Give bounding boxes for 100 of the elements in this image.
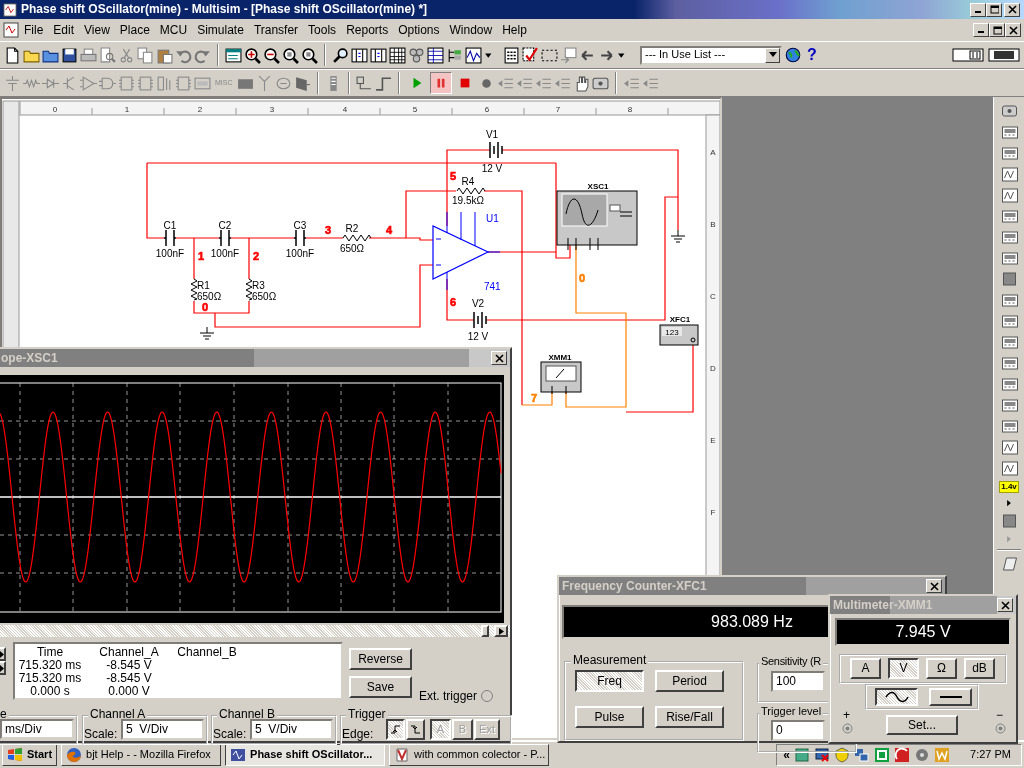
tray-expander[interactable]: « xyxy=(783,747,791,763)
instrument-icon[interactable] xyxy=(1000,439,1018,455)
zoom-out-icon[interactable] xyxy=(263,46,280,64)
menu-item[interactable]: Options xyxy=(393,22,445,38)
menu-item[interactable]: Tools xyxy=(303,22,342,38)
check-icon[interactable] xyxy=(522,46,539,64)
scale-field[interactable]: 5 V/Div xyxy=(250,719,333,740)
measurement-button[interactable]: Period xyxy=(655,670,724,692)
mode-button[interactable]: V xyxy=(888,658,919,679)
panel-icon[interactable] xyxy=(351,46,368,64)
menu-item[interactable]: Place xyxy=(114,22,155,38)
instrument-icon[interactable] xyxy=(1000,229,1018,245)
shield-icon[interactable] xyxy=(834,747,851,763)
bus-icon[interactable] xyxy=(355,74,373,92)
instrument-icon[interactable] xyxy=(1000,250,1018,266)
instrument-icon[interactable] xyxy=(1000,166,1018,182)
taskbar-button[interactable]: bjt Help - - Mozilla Firefox xyxy=(61,744,222,766)
save-icon[interactable] xyxy=(61,46,78,64)
zoom-in-icon[interactable] xyxy=(244,46,261,64)
probe-button[interactable]: 1.4v xyxy=(999,481,1019,493)
instrument-icon[interactable] xyxy=(1000,313,1018,329)
instrument-icon[interactable] xyxy=(1000,418,1018,434)
document-restore-button[interactable] xyxy=(989,23,1005,37)
meter-icon[interactable] xyxy=(1000,555,1018,572)
timebase-scale-field[interactable]: ms/Div xyxy=(0,719,74,739)
instrument-icon[interactable] xyxy=(1000,397,1018,413)
document-minimize-button[interactable] xyxy=(973,23,989,37)
instrument-icon[interactable] xyxy=(1000,292,1018,308)
instrument-icon[interactable] xyxy=(1000,355,1018,371)
tree-icon[interactable] xyxy=(446,46,463,64)
document-close-button[interactable] xyxy=(1005,23,1021,37)
close-button[interactable] xyxy=(926,579,942,593)
menu-item[interactable]: Help xyxy=(497,22,532,38)
scrollbar-thumb[interactable] xyxy=(481,625,489,637)
measurement-button[interactable]: Pulse xyxy=(575,706,644,728)
ext-trigger-radio[interactable] xyxy=(481,690,493,702)
cursor-button[interactable] xyxy=(0,661,6,675)
menu-item[interactable]: File xyxy=(19,22,49,38)
trigger-level-field[interactable]: 0 xyxy=(771,720,825,741)
print-preview-icon[interactable] xyxy=(99,46,116,64)
scroll-right-button[interactable] xyxy=(494,625,508,637)
menu-item[interactable]: Window xyxy=(444,22,498,38)
window-icon[interactable] xyxy=(225,46,242,64)
menu-item[interactable]: Edit xyxy=(48,22,80,38)
new-file-icon[interactable] xyxy=(4,46,21,64)
square-icon[interactable] xyxy=(1000,512,1018,529)
app-icon[interactable] xyxy=(874,747,891,763)
terminal-icon[interactable] xyxy=(995,723,1006,734)
menu-item[interactable]: Transfer xyxy=(248,22,304,38)
scale-field[interactable]: 5 V/Div xyxy=(121,719,204,740)
table-icon[interactable] xyxy=(427,46,444,64)
instrument-icon[interactable] xyxy=(1000,460,1018,476)
dc-button[interactable] xyxy=(929,688,972,706)
menu-item[interactable]: Simulate xyxy=(192,22,249,38)
app-icon[interactable] xyxy=(894,747,911,763)
horizontal-scrollbar[interactable] xyxy=(0,625,510,637)
taskbar-button[interactable]: Phase shift OScillator... xyxy=(225,744,386,766)
help-button[interactable]: ? xyxy=(804,47,820,63)
taskbar-button[interactable]: with common colector - P... xyxy=(389,744,550,766)
measurement-button[interactable]: Rise/Fall xyxy=(655,706,724,728)
falling-edge-button[interactable] xyxy=(406,719,425,740)
cluster-icon[interactable] xyxy=(408,46,425,64)
close-button[interactable] xyxy=(997,598,1013,612)
instrument-icon[interactable] xyxy=(1000,187,1018,203)
instrument-icon[interactable] xyxy=(1000,376,1018,392)
disc-icon[interactable] xyxy=(914,747,931,763)
in-use-list-dropdown[interactable]: --- In Use List --- xyxy=(640,45,782,65)
instrument-icon[interactable] xyxy=(1000,124,1018,140)
step-icon[interactable] xyxy=(374,74,392,92)
ac-button[interactable] xyxy=(875,688,918,706)
menu-item[interactable]: Reports xyxy=(341,22,394,38)
toolbar-toggle-icon[interactable] xyxy=(952,47,984,63)
globe-icon[interactable] xyxy=(784,46,802,64)
toolbar-toggle-icon[interactable] xyxy=(988,47,1020,63)
instrument-icon[interactable] xyxy=(1000,334,1018,350)
calculator-icon[interactable] xyxy=(503,46,520,64)
menu-item[interactable]: View xyxy=(79,22,115,38)
pause-button[interactable] xyxy=(429,72,452,94)
zoom-icon[interactable] xyxy=(282,46,299,64)
connector-icon[interactable] xyxy=(293,74,311,92)
zoom-icon[interactable] xyxy=(301,46,318,64)
mode-button[interactable]: A xyxy=(850,658,881,679)
panel-icon[interactable] xyxy=(370,46,387,64)
maximize-button[interactable] xyxy=(986,2,1002,17)
reverse-button[interactable]: Reverse xyxy=(349,648,412,670)
measurement-button[interactable]: Freq xyxy=(575,670,644,692)
mode-button[interactable]: dB xyxy=(964,658,995,679)
close-button[interactable] xyxy=(1004,2,1020,17)
start-button[interactable]: Start xyxy=(2,744,58,766)
mode-button[interactable]: Ω xyxy=(926,658,957,679)
menu-item[interactable]: MCU xyxy=(154,22,193,38)
search-icon[interactable] xyxy=(332,46,349,64)
terminal-icon[interactable] xyxy=(842,723,853,734)
instrument-icon[interactable] xyxy=(1000,208,1018,224)
minimize-button[interactable] xyxy=(970,2,986,17)
instrument-icon[interactable] xyxy=(1000,145,1018,161)
sensitivity-field[interactable]: 100 xyxy=(771,671,825,692)
save-button[interactable]: Save xyxy=(349,676,412,698)
document-icon[interactable] xyxy=(3,22,19,38)
set-button[interactable]: Set... xyxy=(886,715,958,735)
